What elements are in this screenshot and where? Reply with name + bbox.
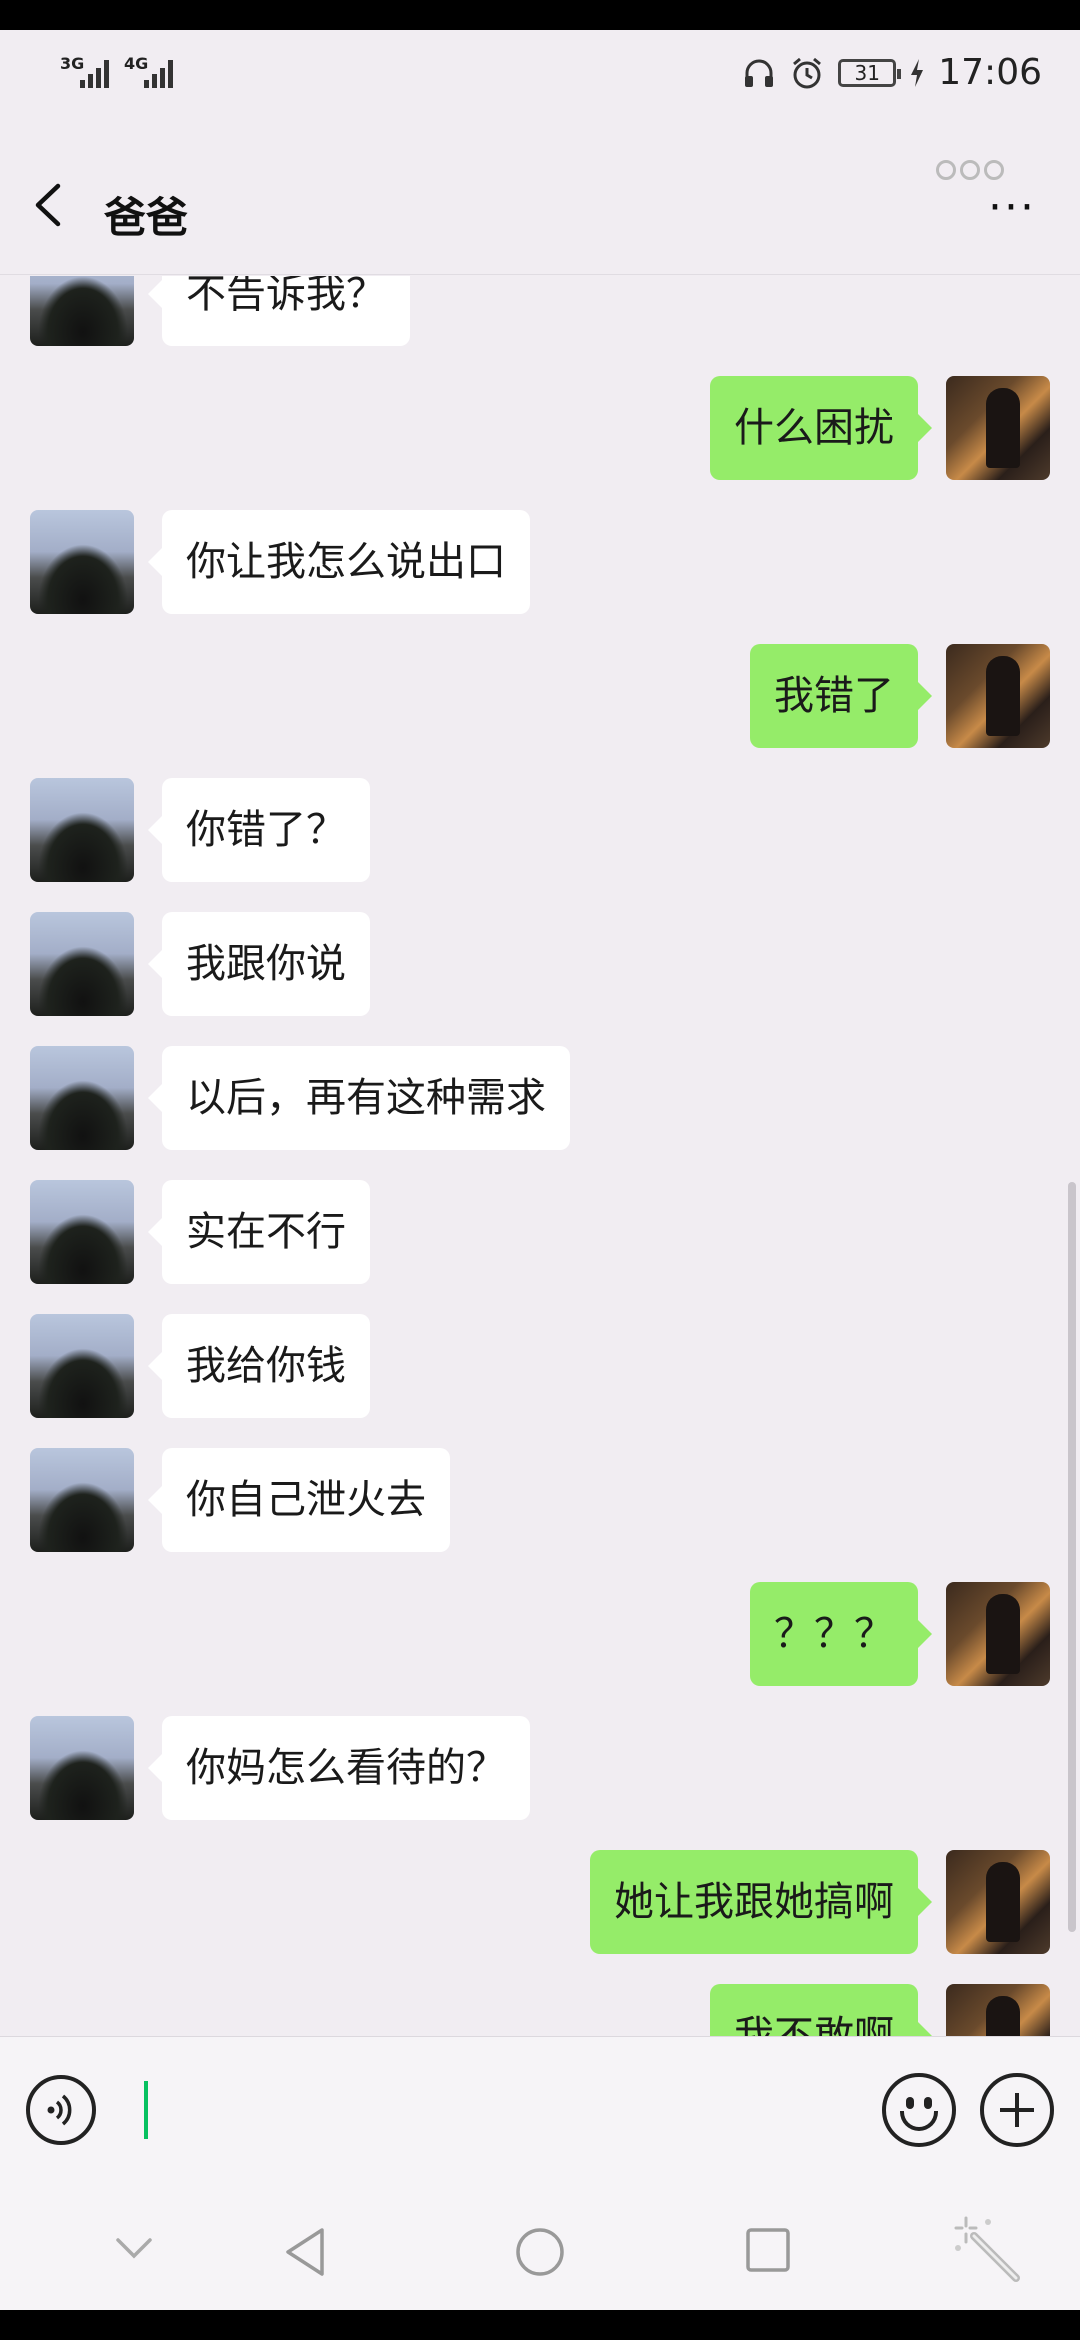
avatar[interactable]	[946, 644, 1050, 748]
message-row: ？？？	[0, 1582, 1080, 1686]
text-caret	[144, 2081, 148, 2139]
message-row: 你错了？	[0, 778, 1080, 882]
message-row: 我错了	[0, 644, 1080, 748]
message-bubble[interactable]: 什么困扰	[710, 376, 932, 480]
message-row: 我跟你说	[0, 912, 1080, 1016]
message-bubble[interactable]: 不告诉我？	[148, 276, 410, 346]
message-row: 我不敢啊	[0, 1984, 1080, 2036]
chat-header: 爸爸 ···	[0, 120, 1080, 275]
message-bubble[interactable]: 实在不行	[148, 1180, 370, 1284]
chat-screen: 3G 4G 31 17:06 爸爸 ··· 不告诉我？ 什么困扰 你让我怎么说出…	[0, 30, 1080, 2310]
avatar[interactable]	[946, 1850, 1050, 1954]
message-bubble[interactable]: 我不敢啊	[710, 1984, 932, 2036]
emoji-button[interactable]	[882, 2073, 956, 2147]
avatar[interactable]	[30, 276, 134, 346]
more-functions-button[interactable]	[980, 2073, 1054, 2147]
back-button[interactable]	[28, 180, 68, 230]
message-row: 你自己泄火去	[0, 1448, 1080, 1552]
avatar[interactable]	[30, 510, 134, 614]
message-bubble[interactable]: 你妈怎么看待的？	[148, 1716, 530, 1820]
nav-home-icon	[516, 2228, 564, 2276]
message-row: 什么困扰	[0, 376, 1080, 480]
charging-icon	[911, 58, 924, 87]
more-dots-icon: ···	[988, 182, 1036, 233]
message-row: 你妈怎么看待的？	[0, 1716, 1080, 1820]
message-bubble[interactable]: 你错了？	[148, 778, 370, 882]
avatar[interactable]	[30, 1448, 134, 1552]
status-time: 17:06	[938, 52, 1042, 93]
message-bubble[interactable]: 我错了	[750, 644, 932, 748]
nav-recent-icon	[746, 2228, 790, 2272]
input-bar	[0, 2036, 1080, 2186]
headphones-icon	[745, 59, 774, 87]
nav-back-button[interactable]	[282, 2226, 330, 2282]
chevron-left-icon	[35, 183, 61, 227]
voice-button[interactable]	[26, 2075, 96, 2145]
message-bubble[interactable]: 我给你钱	[148, 1314, 370, 1418]
message-input[interactable]	[124, 2057, 844, 2167]
nav-down-button[interactable]	[112, 2226, 156, 2274]
signal-3g-icon: 3G	[60, 54, 109, 88]
chat-title: 爸爸	[104, 193, 189, 242]
avatar[interactable]	[946, 1984, 1050, 2036]
message-bubble[interactable]: 你自己泄火去	[148, 1448, 450, 1552]
voice-icon	[47, 2094, 72, 2126]
message-bubble[interactable]: ？？？	[750, 1582, 932, 1686]
avatar[interactable]	[30, 778, 134, 882]
status-bar: 3G 4G 31 17:06	[0, 30, 1080, 120]
nav-home-button[interactable]	[514, 2226, 566, 2282]
message-row: 她让我跟她搞啊	[0, 1850, 1080, 1954]
signal-4g-icon: 4G	[124, 54, 173, 88]
message-bubble[interactable]: 她让我跟她搞啊	[590, 1850, 932, 1954]
capsule-dots-icon	[936, 160, 1004, 180]
avatar[interactable]	[946, 376, 1050, 480]
avatar[interactable]	[30, 912, 134, 1016]
avatar[interactable]	[30, 1046, 134, 1150]
avatar[interactable]	[30, 1180, 134, 1284]
battery-indicator: 31	[838, 58, 902, 87]
nav-back-icon	[286, 2228, 324, 2276]
nav-recent-button[interactable]	[744, 2226, 792, 2278]
message-bubble[interactable]: 你让我怎么说出口	[148, 510, 530, 614]
more-button[interactable]: ···	[988, 182, 1036, 233]
avatar[interactable]	[30, 1716, 134, 1820]
message-row: 不告诉我？	[0, 276, 1080, 346]
message-list[interactable]: 不告诉我？ 什么困扰 你让我怎么说出口 我错了 你错了？ 我跟你说 以后，再有这…	[0, 276, 1080, 2036]
scrollbar[interactable]	[1068, 1182, 1076, 1932]
system-nav-bar	[0, 2186, 1080, 2310]
avatar[interactable]	[946, 1582, 1050, 1686]
nav-down-icon	[116, 2238, 152, 2259]
magic-wand-icon	[954, 2216, 1020, 2282]
message-row: 你让我怎么说出口	[0, 510, 1080, 614]
message-bubble[interactable]: 以后，再有这种需求	[148, 1046, 570, 1150]
message-bubble[interactable]: 我跟你说	[148, 912, 370, 1016]
message-row: 实在不行	[0, 1180, 1080, 1284]
magic-wand-button[interactable]	[952, 2214, 1022, 2288]
message-row: 以后，再有这种需求	[0, 1046, 1080, 1150]
alarm-icon	[793, 57, 822, 88]
message-row: 我给你钱	[0, 1314, 1080, 1418]
avatar[interactable]	[30, 1314, 134, 1418]
